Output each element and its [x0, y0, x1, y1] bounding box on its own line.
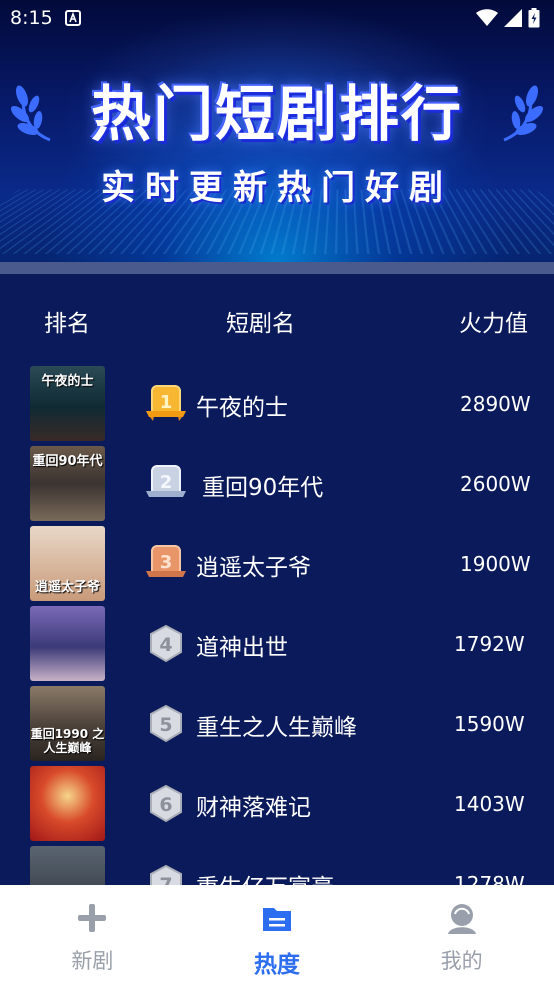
battery-icon — [528, 8, 540, 28]
bottom-navigation: 新剧 热度 我的 — [0, 885, 554, 985]
ranking-row[interactable]: 午夜的士 1 午夜的士 2890W — [0, 364, 554, 444]
svg-text:3: 3 — [160, 552, 173, 573]
drama-title[interactable]: 午夜的士 — [196, 388, 288, 422]
poster-thumbnail[interactable]: 逍遥太子爷 — [30, 526, 105, 601]
svg-text:1: 1 — [160, 392, 173, 413]
svg-text:6: 6 — [159, 794, 172, 816]
plus-icon — [78, 904, 107, 932]
heat-value: 1900W — [460, 552, 531, 576]
ranking-row[interactable]: 4 道神出世 1792W — [0, 604, 554, 684]
rank-medal-bronze-icon: 3 — [146, 545, 186, 577]
nav-tab-mine[interactable]: 我的 — [369, 885, 554, 985]
drama-title[interactable]: 重回90年代 — [202, 468, 323, 502]
column-header-rank: 排名 — [44, 311, 90, 337]
document-icon — [263, 908, 291, 931]
heat-value: 1403W — [454, 792, 525, 816]
drama-title[interactable]: 重生亿万富豪 — [196, 868, 334, 885]
wifi-icon — [476, 9, 498, 26]
nav-tab-label: 热度 — [254, 952, 300, 978]
ranking-row[interactable]: 6 财神落难记 1403W — [0, 764, 554, 844]
rank-medal-silver-icon: 2 — [146, 465, 186, 497]
svg-text:7: 7 — [159, 874, 172, 885]
poster-thumbnail[interactable]: 午夜的士 — [30, 366, 105, 441]
nav-tab-hot[interactable]: 热度 — [185, 885, 370, 985]
rank-badge-icon: 6 — [150, 784, 182, 823]
drama-title[interactable]: 重生之人生巅峰 — [196, 708, 357, 742]
status-time: 8:15 — [10, 7, 53, 29]
rank-badge-icon: 5 — [150, 704, 182, 743]
ranking-list[interactable]: 排名 短剧名 火力值 午夜的士 1 午夜的士 2890W 重回90年代 2 重回… — [0, 274, 554, 885]
ranking-row[interactable]: 逍遥太子爷 3 逍遥太子爷 1900W — [0, 524, 554, 604]
notification-a-icon — [64, 10, 81, 26]
nav-tab-new[interactable]: 新剧 — [0, 885, 185, 985]
signal-icon — [504, 9, 522, 27]
poster-thumbnail[interactable] — [30, 606, 105, 681]
drama-title[interactable]: 道神出世 — [196, 628, 288, 662]
heat-value: 2600W — [460, 472, 531, 496]
poster-thumbnail[interactable] — [30, 846, 105, 885]
svg-text:4: 4 — [159, 634, 172, 656]
heat-value: 2890W — [460, 392, 531, 416]
rank-badge-icon: 7 — [150, 864, 182, 885]
poster-thumbnail[interactable] — [30, 766, 105, 841]
nav-tab-label: 我的 — [440, 949, 483, 973]
column-header-heat: 火力值 — [459, 311, 528, 337]
heat-value: 1278W — [454, 872, 525, 885]
banner-title: 热门短剧排行 — [91, 80, 463, 150]
svg-text:5: 5 — [159, 714, 172, 736]
ranking-row[interactable]: 重回90年代 2 重回90年代 2600W — [0, 444, 554, 524]
banner-subtitle: 实时更新热门好剧 — [101, 168, 453, 208]
heat-value: 1792W — [454, 632, 525, 656]
status-bar: 8:15 — [0, 0, 554, 36]
svg-text:2: 2 — [160, 472, 173, 493]
column-headers: 排名 短剧名 火力值 — [0, 274, 554, 364]
hero-banner: 热门短剧排行 实时更新热门好剧 — [0, 0, 554, 262]
poster-thumbnail[interactable]: 重回1990 之人生巅峰 — [30, 686, 105, 761]
nav-tab-label: 新剧 — [71, 949, 114, 973]
heat-value: 1590W — [454, 712, 525, 736]
user-icon — [447, 904, 476, 934]
rank-medal-gold-icon: 1 — [146, 385, 186, 421]
poster-thumbnail[interactable]: 重回90年代 — [30, 446, 105, 521]
column-header-name: 短剧名 — [226, 311, 295, 337]
banner-divider — [0, 262, 554, 274]
drama-title[interactable]: 逍遥太子爷 — [196, 548, 311, 582]
ranking-row[interactable]: 重回1990 之人生巅峰 5 重生之人生巅峰 1590W — [0, 684, 554, 764]
ranking-row[interactable]: 7 重生亿万富豪 1278W — [0, 844, 554, 885]
rank-badge-icon: 4 — [150, 624, 182, 663]
drama-title[interactable]: 财神落难记 — [196, 788, 311, 822]
